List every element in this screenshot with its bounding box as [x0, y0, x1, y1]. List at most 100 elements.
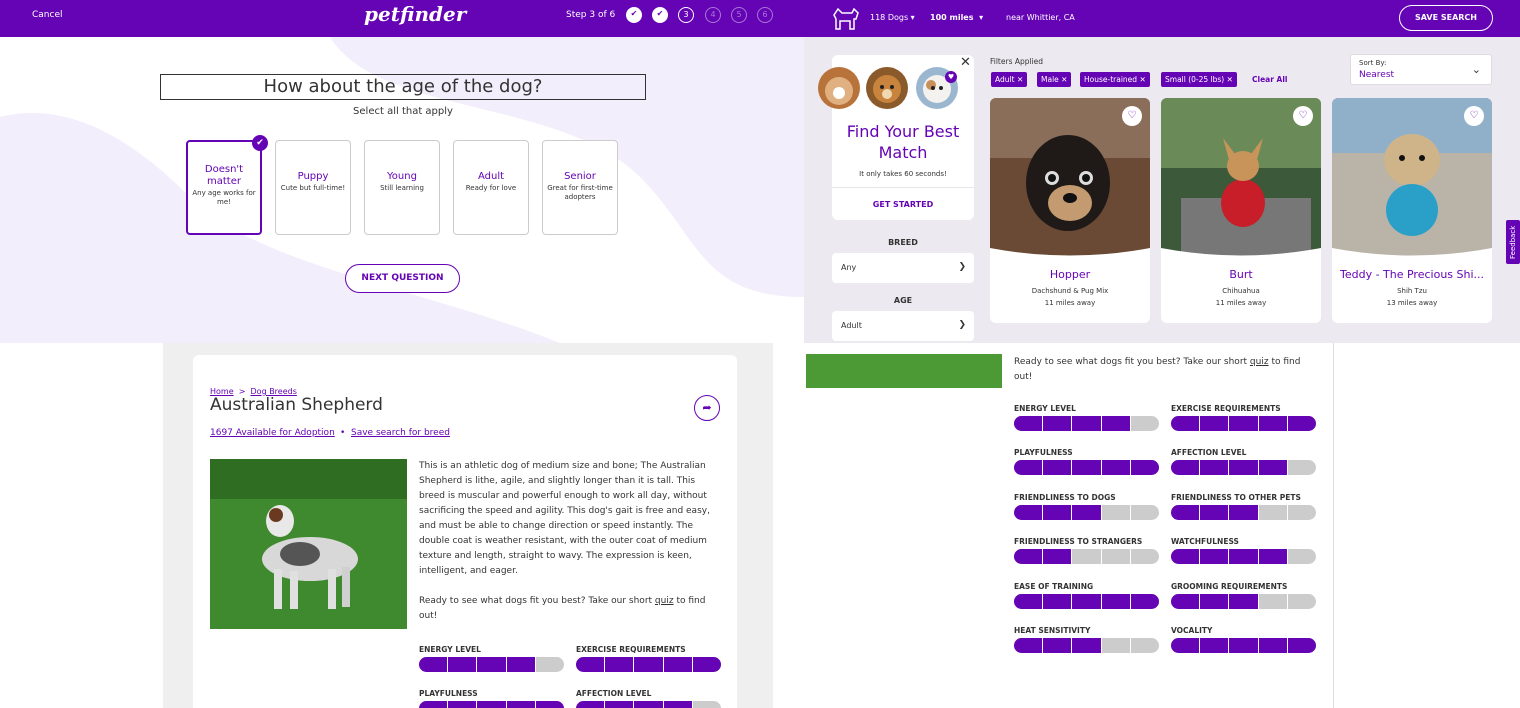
cancel-link[interactable]: Cancel: [32, 10, 63, 20]
favorite-heart-icon[interactable]: ♡: [1464, 106, 1484, 126]
age-option-young[interactable]: Young Still learning: [364, 140, 440, 235]
age-option-adult[interactable]: Adult Ready for love: [453, 140, 529, 235]
sort-label: Sort By:: [1359, 59, 1387, 67]
link-separator: •: [340, 428, 346, 438]
find-best-match-card: ♥ ✕ Find Your Best Match It only takes 6…: [818, 55, 974, 220]
get-started-button[interactable]: GET STARTED: [832, 200, 974, 209]
pet-card-hopper[interactable]: ♡ Hopper Dachshund & Pug Mix 11 miles aw…: [990, 98, 1150, 323]
breed-page-scrolled-panel: Ready to see what dogs fit you best? Tak…: [804, 343, 1520, 708]
next-question-button[interactable]: NEXT QUESTION: [345, 264, 460, 293]
trait-bar-affection-level: [576, 701, 721, 708]
trait-bar-segment: [1229, 638, 1259, 653]
available-for-adoption-link[interactable]: 1697 Available for Adoption: [210, 428, 335, 438]
filter-chip-house-trained[interactable]: House-trained ✕: [1080, 72, 1150, 87]
trait-bar-energy-level: [1014, 416, 1159, 431]
filter-chip-male[interactable]: Male ✕: [1037, 72, 1072, 87]
trait-bar-segment: [663, 657, 693, 672]
age-filter-select[interactable]: Adult ❯: [832, 311, 974, 341]
trait-bar-segment: [1258, 638, 1288, 653]
pet-card-teddy[interactable]: ♡ Teddy - The Precious Shi... Shih Tzu 1…: [1332, 98, 1492, 323]
pet-breed: Dachshund & Pug Mix: [1031, 287, 1109, 295]
chevron-down-icon: ❯: [958, 262, 966, 272]
trait-bar-segment: [1259, 504, 1288, 520]
trait-label-exercise-requirements: EXERCISE REQUIREMENTS: [576, 645, 686, 654]
quiz-prompt: Ready to see what dogs fit you best? Tak…: [419, 594, 719, 624]
trait-bar-playfulness: [419, 701, 564, 708]
trait-bar-heat-sensitivity: [1014, 638, 1159, 653]
share-icon[interactable]: ➦: [694, 395, 720, 421]
quiz-link[interactable]: quiz: [655, 596, 674, 606]
trait-bar-exercise-requirements: [576, 657, 721, 672]
promo-subtitle: It only takes 60 seconds!: [859, 170, 947, 178]
age-option-puppy[interactable]: Puppy Cute but full-time!: [275, 140, 351, 235]
trait-bar-segment: [605, 701, 635, 708]
step-4-dot: 4: [705, 7, 721, 23]
breed-page-panel: Home > Dog Breeds Australian Shepherd ➦ …: [0, 343, 804, 708]
sort-select[interactable]: Sort By: Nearest ⌄: [1350, 54, 1492, 85]
filter-chip-adult[interactable]: Adult ✕: [991, 72, 1028, 87]
chip-label: Small (0-25 lbs): [1165, 75, 1225, 84]
dog-avatar: [866, 67, 908, 109]
remove-icon[interactable]: ✕: [1061, 75, 1067, 84]
age-filter-label: AGE: [893, 296, 913, 305]
remove-icon[interactable]: ✕: [1227, 75, 1233, 84]
feedback-tab[interactable]: Feedback: [1506, 220, 1520, 264]
trait-bar-segment: [1130, 593, 1159, 609]
trait-bar-segment: [1171, 549, 1201, 565]
chip-label: Male: [1041, 75, 1059, 84]
search-results-panel: 118 Dogs ▾ 100 miles ▾ near Whittier, CA…: [804, 0, 1520, 343]
option-desc: Ready for love: [465, 184, 517, 192]
trait-bar-segment: [1200, 638, 1230, 653]
trait-label-energy-level: ENERGY LEVEL: [419, 645, 481, 654]
pet-card-burt[interactable]: ♡ Burt Chihuahua 11 miles away: [1161, 98, 1321, 323]
save-search-button[interactable]: SAVE SEARCH: [1399, 5, 1493, 31]
trait-bar-segment: [1287, 416, 1316, 431]
quiz-panel: Cancel petfinder Step 3 of 6 ✔ ✔ 3 4 5 6…: [0, 0, 804, 343]
trait-bar-friendliness-to-dogs: [1014, 504, 1159, 520]
favorite-heart-icon[interactable]: ♡: [1122, 106, 1142, 126]
breed-filter-select[interactable]: Any ❯: [832, 253, 974, 283]
remove-icon[interactable]: ✕: [1017, 75, 1023, 84]
distance-dropdown[interactable]: 100 miles ▾: [930, 13, 983, 22]
remove-icon[interactable]: ✕: [1139, 75, 1145, 84]
chevron-down-icon: ⌄: [1471, 63, 1481, 76]
chevron-down-icon: ▾: [910, 13, 915, 22]
selected-check-icon: ✔: [252, 135, 268, 151]
pet-breed: Shih Tzu: [1397, 287, 1427, 295]
option-title: Young: [387, 171, 417, 182]
trait-bar-segment: [1014, 593, 1044, 609]
heart-icon: ♥: [945, 71, 957, 83]
location-text[interactable]: near Whittier, CA: [1006, 13, 1075, 22]
trait-bar-segment: [1200, 593, 1230, 609]
quiz-link[interactable]: quiz: [1250, 357, 1269, 367]
trait-bar-segment: [1014, 638, 1044, 653]
trait-bar-segment: [1131, 549, 1159, 564]
trait-bar-segment: [576, 657, 606, 672]
clear-all-link[interactable]: Clear All: [1252, 75, 1287, 84]
trait-bar-segment: [1043, 460, 1073, 476]
age-option-senior[interactable]: Senior Great for first-time adopters: [542, 140, 618, 235]
favorite-heart-icon[interactable]: ♡: [1293, 106, 1313, 126]
age-option-doesnt-matter[interactable]: ✔ Doesn't matter Any age works for me!: [186, 135, 268, 235]
trait-bar-segment: [419, 657, 449, 672]
save-search-for-breed-link[interactable]: Save search for breed: [351, 428, 450, 438]
trait-label-playfulness: PLAYFULNESS: [1014, 448, 1073, 458]
trait-bar-segment: [1229, 416, 1259, 431]
filters-applied-label: Filters Applied: [990, 57, 1044, 66]
close-icon[interactable]: ✕: [960, 55, 971, 70]
search-top-bar: 118 Dogs ▾ 100 miles ▾ near Whittier, CA…: [804, 0, 1520, 37]
petfinder-logo[interactable]: petfinder: [364, 2, 466, 26]
trait-bar-segment: [1014, 416, 1044, 431]
filter-chip-size[interactable]: Small (0-25 lbs) ✕: [1161, 72, 1237, 87]
trait-bar-segment: [1072, 460, 1102, 476]
dogs-count-dropdown[interactable]: 118 Dogs ▾: [870, 13, 915, 22]
trait-bar-segment: [1288, 594, 1316, 609]
pet-breed: Chihuahua: [1222, 287, 1260, 295]
trait-label-affection-level: AFFECTION LEVEL: [1171, 448, 1247, 458]
step-1-check-icon: ✔: [626, 7, 642, 23]
trait-bar-segment: [634, 701, 664, 708]
breed-photo-bottom: [806, 348, 1002, 388]
trait-bar-segment: [1259, 593, 1288, 609]
pet-name: Teddy - The Precious Shi...: [1339, 268, 1485, 281]
trait-bar-segment: [1171, 638, 1201, 653]
